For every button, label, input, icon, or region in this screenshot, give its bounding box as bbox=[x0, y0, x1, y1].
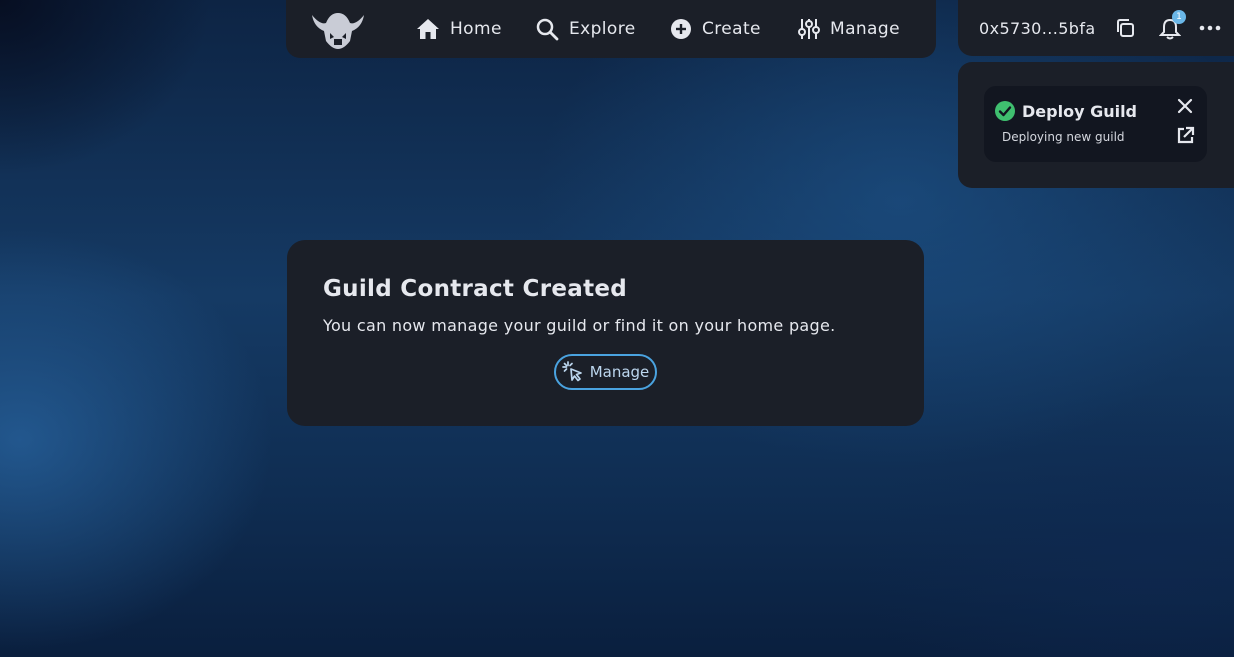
plus-circle-icon bbox=[671, 19, 691, 39]
nav-create-label: Create bbox=[702, 19, 761, 39]
toast-message: Deploying new guild bbox=[1002, 130, 1125, 144]
nav-manage[interactable]: Manage bbox=[798, 0, 900, 58]
nav-home-label: Home bbox=[450, 19, 502, 39]
nav-explore[interactable]: Explore bbox=[535, 0, 636, 58]
external-link-icon[interactable] bbox=[1176, 126, 1195, 145]
wallet-address[interactable]: 0x5730...5bfa bbox=[979, 19, 1096, 38]
guild-logo[interactable] bbox=[310, 9, 366, 51]
home-icon bbox=[417, 19, 439, 39]
notification-panel: Deploy Guild Deploying new guild bbox=[958, 62, 1234, 188]
top-nav: Home Explore Create Manage bbox=[286, 0, 936, 58]
card-title: Guild Contract Created bbox=[323, 276, 628, 302]
nav-explore-label: Explore bbox=[569, 19, 636, 39]
nav-manage-label: Manage bbox=[830, 19, 900, 39]
account-panel: 0x5730...5bfa 1 bbox=[958, 0, 1234, 56]
toast-title: Deploy Guild bbox=[1022, 102, 1138, 121]
search-icon bbox=[536, 18, 559, 41]
copy-icon[interactable] bbox=[1115, 18, 1135, 38]
toast-deploy-guild[interactable]: Deploy Guild Deploying new guild bbox=[984, 86, 1207, 162]
close-icon[interactable] bbox=[1177, 98, 1193, 114]
check-circle-icon bbox=[995, 101, 1015, 121]
notification-badge: 1 bbox=[1172, 10, 1186, 24]
click-cursor-icon bbox=[561, 361, 582, 382]
more-icon[interactable] bbox=[1199, 24, 1221, 32]
sliders-icon bbox=[798, 19, 820, 39]
success-card: Guild Contract Created You can now manag… bbox=[287, 240, 924, 426]
card-description: You can now manage your guild or find it… bbox=[323, 316, 836, 335]
nav-home[interactable]: Home bbox=[416, 0, 502, 58]
manage-button-label: Manage bbox=[589, 363, 650, 381]
manage-button[interactable]: Manage bbox=[554, 354, 657, 390]
nav-create[interactable]: Create bbox=[670, 0, 761, 58]
